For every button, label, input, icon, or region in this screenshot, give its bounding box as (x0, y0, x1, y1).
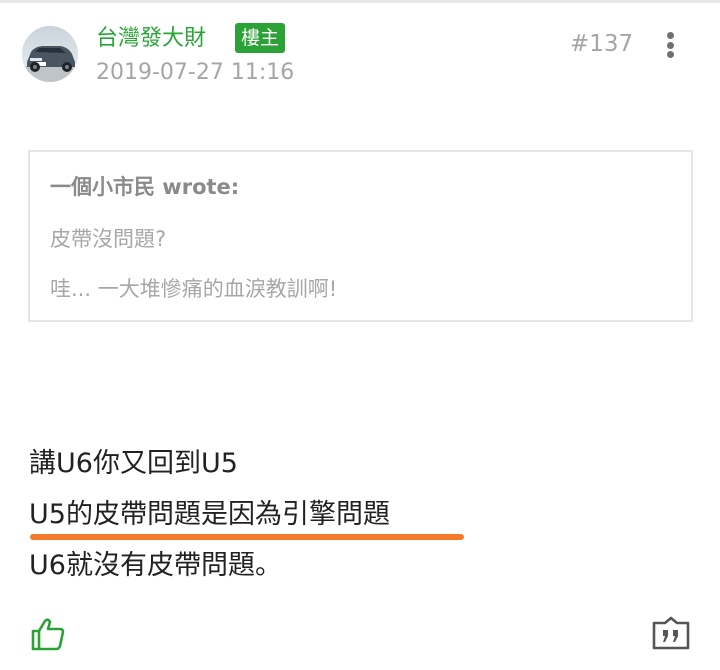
post-body-line: U6就沒有皮帶問題。 (29, 550, 282, 581)
avatar[interactable] (22, 26, 78, 82)
post-body-line: 講U6你又回到U5 (29, 448, 238, 479)
quoted-post: 一個小市民 wrote: 皮帶沒問題? 哇... 一大堆慘痛的血淚教訓啊! (28, 150, 693, 322)
like-button[interactable] (30, 616, 66, 652)
post-timestamp: 2019-07-27 11:16 (96, 60, 295, 85)
more-vertical-icon (666, 32, 674, 39)
original-poster-badge: 樓主 (235, 23, 286, 53)
post-body-line: U5的皮帶問題是因為引擎問題 (29, 499, 390, 530)
quote-author: 一個小市民 wrote: (50, 175, 240, 199)
top-divider (0, 0, 720, 3)
quote-reply-button[interactable] (650, 614, 692, 652)
quote-line: 哇... 一大堆慘痛的血淚教訓啊! (50, 277, 338, 301)
post-number[interactable]: #137 (570, 29, 633, 59)
author-name[interactable]: 台灣發大財 (96, 24, 206, 54)
car-avatar-image (22, 26, 78, 82)
quote-line: 皮帶沒問題? (50, 227, 167, 251)
highlight-underline (30, 534, 464, 540)
thumbs-up-icon (31, 618, 65, 651)
more-options-button[interactable] (656, 28, 684, 62)
quote-icon (652, 616, 690, 650)
